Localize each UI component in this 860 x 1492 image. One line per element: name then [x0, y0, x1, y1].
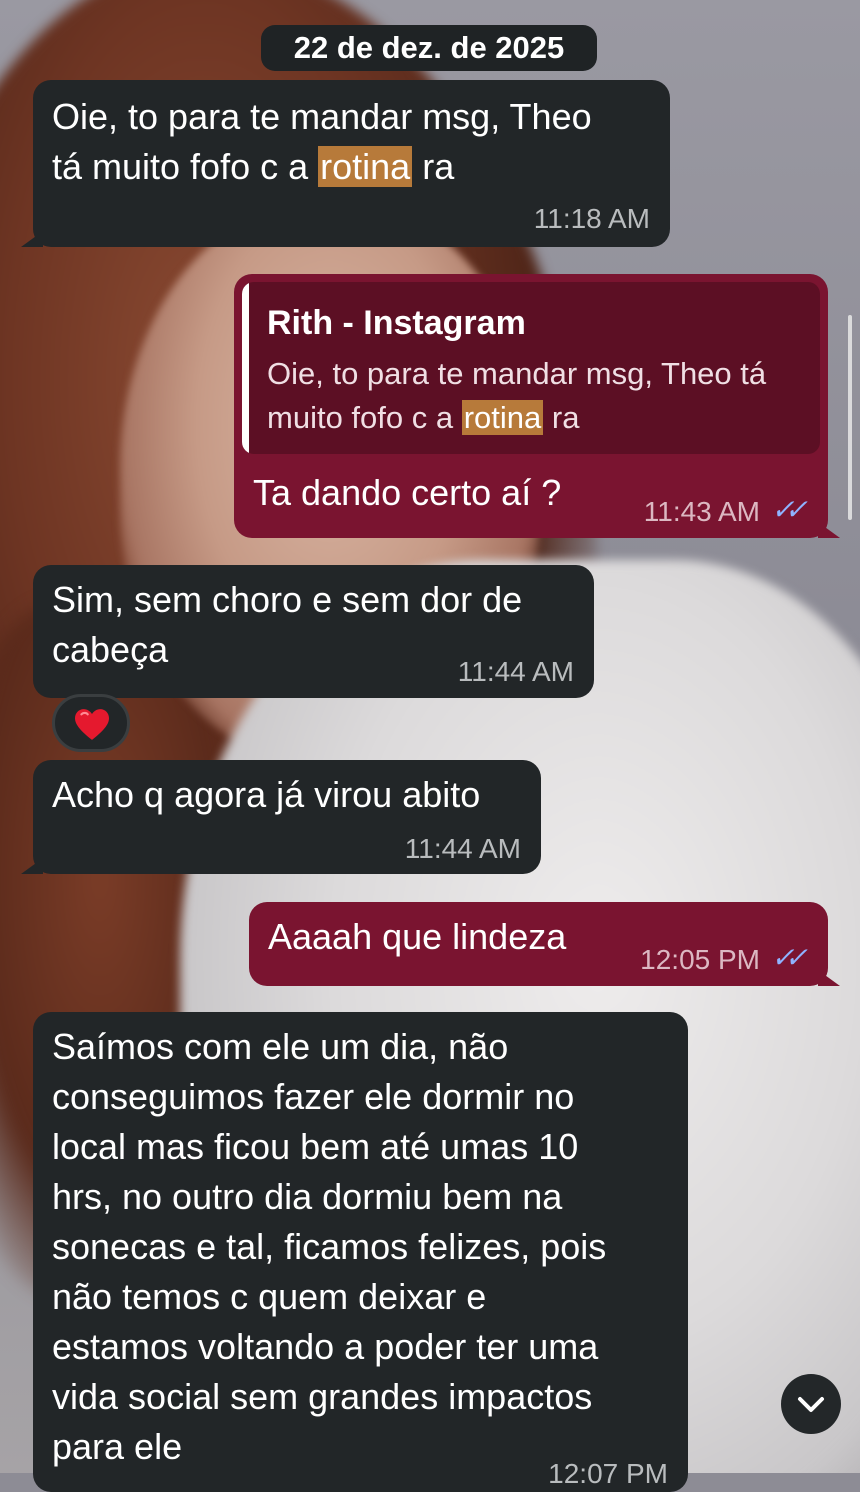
message-time: 11:43 AM	[643, 496, 760, 527]
date-separator: 22 de dez. de 2025	[261, 25, 597, 71]
message-time: 11:44 AM	[404, 833, 521, 864]
search-highlight: rotina	[318, 146, 413, 187]
reply-quote[interactable]: Rith - Instagram Oie, to para te mandar …	[242, 282, 820, 454]
message-time: 12:07 PM	[548, 1458, 668, 1489]
message-time: 12:05 PM	[640, 944, 760, 975]
message-bubble-incoming[interactable]: Acho q agora já virou abito 11:44 AM	[33, 760, 541, 874]
message-text: Saímos com ele um dia, não conseguimos f…	[52, 1026, 607, 1467]
chevron-down-icon	[798, 1397, 824, 1412]
double-check-icon: ✓✓	[771, 942, 808, 973]
message-text: Ta dando certo aí ?	[253, 472, 562, 513]
quote-bar	[242, 282, 249, 454]
double-check-icon: ✓✓	[771, 494, 808, 525]
message-bubble-incoming[interactable]: Oie, to para te mandar msg, Theo tá muit…	[33, 80, 670, 247]
message-time: 11:18 AM	[533, 203, 650, 234]
scroll-to-bottom-button[interactable]	[781, 1374, 841, 1434]
message-bubble-incoming[interactable]: Saímos com ele um dia, não conseguimos f…	[33, 1012, 688, 1492]
message-text: Acho q agora já virou abito	[52, 774, 481, 815]
message-text: Aaaah que lindeza	[268, 916, 567, 957]
reaction-badge[interactable]	[52, 694, 130, 752]
message-bubble-outgoing[interactable]: Rith - Instagram Oie, to para te mandar …	[234, 274, 828, 538]
message-time: 11:44 AM	[457, 656, 574, 687]
reply-author: Rith - Instagram	[267, 304, 526, 342]
heart-icon	[75, 709, 109, 740]
message-bubble-outgoing[interactable]: Aaaah que lindeza 12:05 PM ✓✓	[249, 902, 828, 986]
message-bubble-incoming[interactable]: Sim, sem choro e sem dor de cabeça 11:44…	[33, 565, 594, 698]
search-highlight: rotina	[461, 400, 544, 435]
scrollbar[interactable]	[848, 315, 852, 520]
reply-text: Oie, to para te mandar msg, Theo tá muit…	[267, 356, 767, 435]
message-text: Oie, to para te mandar msg, Theo tá muit…	[52, 96, 592, 187]
